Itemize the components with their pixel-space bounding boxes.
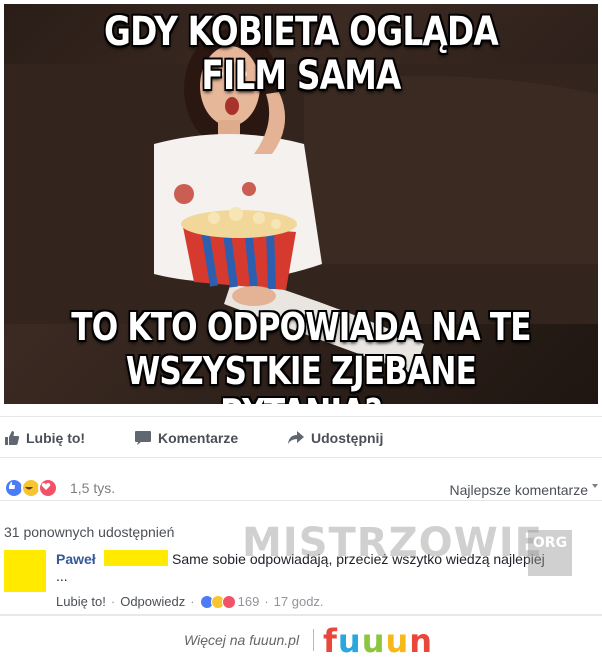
logo-letter: f [323,622,338,660]
fuuun-logo[interactable]: fuuun [323,622,433,660]
footer-more-link[interactable]: Więcej na fuuun.pl [184,632,299,648]
chevron-down-icon[interactable] [592,484,598,488]
separator-dot: · [264,594,269,609]
comment-author[interactable]: Paweł [56,551,96,567]
logo-letter: u [361,622,386,660]
share-button[interactable]: Udostępnij [287,430,383,446]
separator-dot: · [110,594,116,609]
thumbs-up-icon [5,431,20,445]
redacted-surname [104,550,168,566]
footer-separator [313,629,314,651]
footer-divider [0,614,602,616]
meme-caption-bottom-line2: WSZYSTKIE ZJEBANE PYTANIA? [125,349,477,404]
site-footer: Więcej na fuuun.pl fuuun [0,614,602,661]
facebook-post-footer: Lubię to! Komentarze Udostępnij 1,5 tys.… [0,404,602,612]
comment-text-continuation: ... [56,568,68,584]
watermark-logo: MISTRZOWIE [242,520,543,566]
meme-caption-bottom-line1: TO KTO ODPOWIADA NA TE [71,305,531,349]
share-arrow-icon [288,431,304,444]
comment-meta: Lubię to! · Odpowiedz · 169 · 17 godz. [56,594,324,609]
reaction-icons[interactable] [4,478,58,498]
share-button-label: Udostępnij [311,430,384,446]
love-reaction-icon [38,478,58,498]
like-button[interactable]: Lubię to! [4,430,85,446]
comment-button[interactable]: Komentarze [134,430,238,446]
meme-caption-top: GDY KOBIETA OGLĄDA FILM SAMA [104,9,499,99]
logo-letter: n [409,622,434,660]
watermark-org-badge: ORG [528,530,572,576]
comment-like-link[interactable]: Lubię to! [56,594,106,609]
comment-reaction-icons[interactable] [199,594,236,609]
love-reaction-icon [221,594,236,609]
meme-image: GDY KOBIETA OGLĄDA FILM SAMA TO KTO ODPO… [4,4,598,404]
separator-dot: · [190,594,195,609]
logo-letter: u [337,622,362,660]
reactions-row: 1,5 tys. Najlepsze komentarze [0,470,602,501]
avatar[interactable] [4,550,46,592]
comment-sort-dropdown[interactable]: Najlepsze komentarze [449,482,588,498]
logo-letter: u [385,622,410,660]
comment-icon [135,431,151,445]
reaction-count[interactable]: 1,5 tys. [70,480,115,496]
comment-button-label: Komentarze [158,430,239,446]
like-button-label: Lubię to! [26,430,86,446]
comment-reaction-count[interactable]: 169 [238,594,260,609]
comment-reply-link[interactable]: Odpowiedz [120,594,185,609]
action-bar: Lubię to! Komentarze Udostępnij [0,416,602,458]
share-count[interactable]: 31 ponownych udostępnień [4,524,174,540]
comment-timestamp[interactable]: 17 godz. [274,594,324,609]
